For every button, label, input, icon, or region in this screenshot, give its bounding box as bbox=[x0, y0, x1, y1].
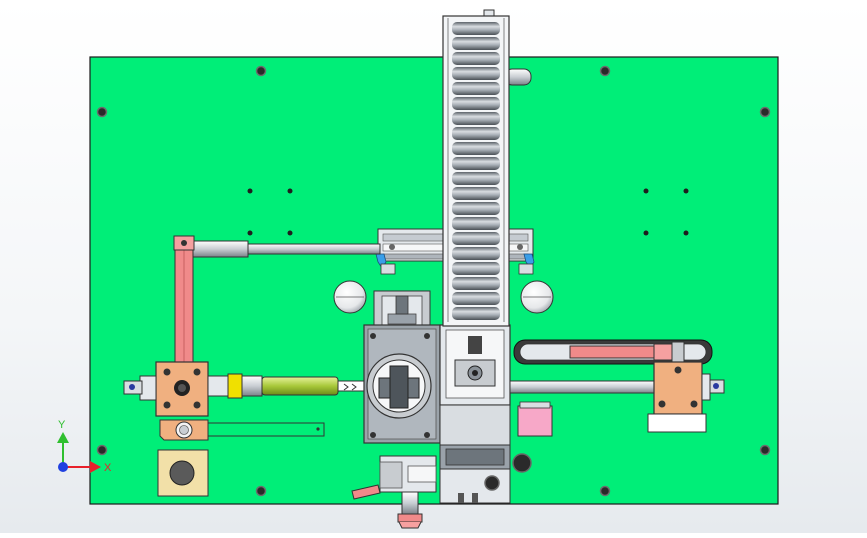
right-belt[interactable] bbox=[513, 339, 713, 365]
roller bbox=[452, 307, 500, 320]
roller bbox=[452, 112, 500, 125]
roller bbox=[452, 172, 500, 185]
dark-knob[interactable] bbox=[512, 453, 532, 473]
cad-viewport[interactable]: Y X bbox=[0, 0, 867, 533]
roller bbox=[452, 52, 500, 65]
x-axis-label: X bbox=[104, 462, 112, 474]
assembly-drawing: Y X bbox=[57, 9, 779, 529]
z-axis-dot bbox=[58, 462, 68, 472]
roller bbox=[452, 142, 500, 155]
roller bbox=[452, 202, 500, 215]
mounting-hole bbox=[96, 106, 108, 118]
tan-pad-block[interactable] bbox=[157, 449, 209, 497]
mounting-hole bbox=[255, 65, 267, 77]
y-axis-arrow bbox=[57, 432, 69, 443]
mounting-hole bbox=[255, 485, 267, 497]
mounting-hole bbox=[759, 444, 771, 456]
roller bbox=[452, 262, 500, 275]
salmon-link-arm[interactable] bbox=[173, 235, 195, 367]
small-hole bbox=[287, 188, 293, 194]
mounting-hole bbox=[96, 444, 108, 456]
roller bbox=[452, 232, 500, 245]
roller bbox=[452, 67, 500, 80]
small-hole bbox=[287, 230, 293, 236]
small-hole bbox=[683, 188, 689, 194]
roller bbox=[452, 277, 500, 290]
roller bbox=[452, 127, 500, 140]
small-hole bbox=[683, 230, 689, 236]
roller bbox=[452, 187, 500, 200]
small-hole bbox=[643, 230, 649, 236]
right-push-rod[interactable] bbox=[509, 380, 657, 394]
mounting-hole bbox=[599, 485, 611, 497]
roller-conveyor[interactable] bbox=[442, 9, 510, 327]
roller bbox=[452, 157, 500, 170]
roller bbox=[452, 22, 500, 35]
conveyor-base[interactable] bbox=[439, 324, 511, 504]
small-hole bbox=[247, 230, 253, 236]
roller bbox=[452, 292, 500, 305]
mounting-hole bbox=[759, 106, 771, 118]
center-housing[interactable] bbox=[363, 290, 441, 444]
roller bbox=[452, 247, 500, 260]
roller bbox=[452, 97, 500, 110]
small-hole bbox=[247, 188, 253, 194]
small-hole bbox=[643, 188, 649, 194]
y-axis-label: Y bbox=[58, 419, 66, 431]
roller bbox=[452, 37, 500, 50]
mounting-hole bbox=[599, 65, 611, 77]
roller bbox=[452, 217, 500, 230]
pink-block[interactable] bbox=[517, 401, 553, 437]
roller bbox=[452, 82, 500, 95]
